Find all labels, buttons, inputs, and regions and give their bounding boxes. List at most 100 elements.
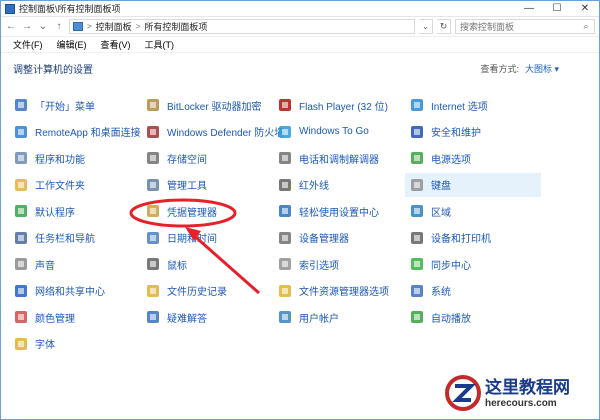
control-panel-item[interactable]: 「开始」菜单 [9, 93, 137, 117]
control-panel-item[interactable]: 键盘 [405, 172, 541, 197]
control-panel-item[interactable]: 电话和调制解调器 [273, 146, 401, 170]
control-panel-item-label: Windows Defender 防火墙 [167, 128, 285, 139]
region-icon [409, 203, 425, 219]
control-panel-item[interactable]: 用户帐户 [273, 305, 401, 329]
control-panel-item-label: Internet 选项 [431, 101, 488, 113]
indexing-icon [277, 256, 293, 272]
control-panel-item[interactable]: Internet 选项 [405, 93, 541, 117]
control-panel-item[interactable]: 文件资源管理器选项 [273, 279, 401, 303]
control-panel-item[interactable]: 电源选项 [405, 146, 541, 170]
control-panel-icon [5, 3, 15, 14]
control-panel-item[interactable]: 设备管理器 [273, 226, 401, 250]
control-panel-item[interactable]: 同步中心 [405, 252, 541, 276]
control-panel-item-label: 索引选项 [299, 260, 339, 272]
menu-tools[interactable]: 工具(T) [145, 38, 175, 51]
content-header: 调整计算机的设置 查看方式: 大图标 ▾ [13, 61, 559, 76]
menu-view[interactable]: 查看(V) [101, 38, 131, 51]
menu-file[interactable]: 文件(F) [13, 38, 43, 51]
mouse-icon [145, 256, 161, 272]
control-panel-item[interactable]: 安全和维护 [405, 120, 541, 144]
search-box[interactable]: ⌕ [455, 19, 595, 34]
up-arrow-icon[interactable]: ↑ [53, 20, 65, 34]
control-panel-item[interactable]: 凭据管理器 [141, 199, 269, 223]
control-panel-item[interactable]: 自动播放 [405, 305, 541, 329]
system-icon [409, 283, 425, 299]
flash-icon [277, 97, 293, 113]
forward-arrow-icon[interactable]: → [21, 20, 33, 34]
control-panel-item[interactable]: 系统 [405, 279, 541, 303]
address-separator: > [135, 22, 141, 31]
watermark-logo-icon [445, 375, 481, 411]
control-panel-item-label: Windows To Go [299, 126, 369, 137]
control-panel-item[interactable]: 日期和时间 [141, 226, 269, 250]
control-panel-item-label: 文件历史记录 [167, 287, 227, 298]
search-icon[interactable]: ⌕ [578, 21, 594, 32]
control-panel-item-label: 轻松使用设置中心 [299, 207, 379, 219]
refresh-icon[interactable]: ↻ [437, 19, 451, 34]
search-input[interactable] [460, 21, 578, 32]
control-panel-item[interactable]: 轻松使用设置中心 [273, 199, 401, 223]
control-panel-item[interactable]: 颜色管理 [9, 305, 137, 329]
programs-icon [13, 150, 29, 166]
recent-chevron-icon[interactable]: ⌄ [37, 20, 49, 34]
infrared-icon [277, 177, 293, 193]
control-panel-item[interactable]: Flash Player (32 位) [273, 93, 401, 117]
breadcrumb-all-items[interactable]: 所有控制面板项 [144, 20, 207, 33]
file-history-icon [145, 283, 161, 299]
control-panel-item[interactable]: 管理工具 [141, 173, 269, 197]
control-panel-item-label: 区域 [431, 207, 451, 219]
control-panel-item[interactable]: 鼠标 [141, 252, 269, 276]
minimize-button[interactable]: — [515, 1, 543, 17]
view-by-label: 查看方式: [480, 64, 519, 74]
keyboard-icon [409, 177, 425, 193]
control-panel-item-label: 程序和功能 [35, 154, 85, 166]
default-programs-icon [13, 203, 29, 219]
taskbar-icon [13, 230, 29, 246]
maximize-button[interactable]: ☐ [543, 1, 571, 17]
control-panel-item[interactable]: 字体 [9, 332, 137, 356]
view-by-dropdown[interactable]: 大图标 ▾ [525, 64, 559, 74]
control-panel-item[interactable]: 文件历史记录 [141, 279, 269, 303]
control-panel-item-label: 鼠标 [167, 260, 187, 272]
back-arrow-icon[interactable]: ← [5, 20, 17, 34]
control-panel-item[interactable]: Windows Defender 防火墙 [141, 120, 284, 144]
control-panel-item[interactable]: 默认程序 [9, 199, 137, 223]
control-panel-item[interactable]: 区域 [405, 199, 541, 223]
storage-icon [145, 150, 161, 166]
menu-edit[interactable]: 编辑(E) [57, 38, 87, 51]
explorer-options-icon [277, 283, 293, 299]
control-panel-item[interactable]: 索引选项 [273, 252, 401, 276]
devices-printers-icon [409, 230, 425, 246]
remoteapp-icon [13, 124, 29, 140]
control-panel-item[interactable]: 红外线 [273, 173, 401, 197]
control-panel-item[interactable]: 声音 [9, 252, 137, 276]
control-panel-item[interactable]: 工作文件夹 [9, 173, 137, 197]
control-panel-item-label: 用户帐户 [299, 313, 339, 325]
control-panel-item[interactable]: 疑难解答 [141, 305, 269, 329]
control-panel-item-label: 安全和维护 [431, 128, 481, 139]
control-panel-item[interactable]: 设备和打印机 [405, 226, 541, 250]
control-panel-item-label: 设备管理器 [299, 234, 349, 245]
control-panel-window: 控制面板\所有控制面板项 — ☐ ✕ ← → ⌄ ↑ > 控制面板 > 所有控制… [0, 0, 600, 420]
control-panel-item-label: 字体 [35, 340, 55, 351]
control-panel-item-label: 自动播放 [431, 313, 471, 325]
address-dropdown-icon[interactable]: ⌄ [419, 19, 433, 34]
close-button[interactable]: ✕ [571, 1, 599, 17]
control-panel-item-label: 颜色管理 [35, 313, 75, 325]
control-panel-item[interactable]: 程序和功能 [9, 146, 137, 170]
control-panel-item[interactable]: RemoteApp 和桌面连接 [9, 120, 141, 144]
control-panel-item[interactable]: 任务栏和导航 [9, 226, 137, 250]
control-panel-item-label: 管理工具 [167, 181, 207, 192]
control-panel-item[interactable]: Windows To Go [273, 120, 401, 144]
watermark-title: 这里教程网 [485, 377, 570, 398]
control-panel-item[interactable]: BitLocker 驱动器加密 [141, 93, 269, 117]
control-panel-item-label: 「开始」菜单 [35, 101, 95, 113]
control-panel-item[interactable]: 网络和共享中心 [9, 279, 137, 303]
work-folders-icon [13, 177, 29, 193]
control-panel-item-label: RemoteApp 和桌面连接 [35, 128, 141, 139]
breadcrumb-control-panel[interactable]: 控制面板 [96, 20, 132, 33]
control-panel-item-label: Flash Player (32 位) [299, 101, 388, 113]
power-options-icon [409, 150, 425, 166]
address-field[interactable]: > 控制面板 > 所有控制面板项 [69, 19, 415, 34]
control-panel-item[interactable]: 存储空间 [141, 146, 269, 170]
